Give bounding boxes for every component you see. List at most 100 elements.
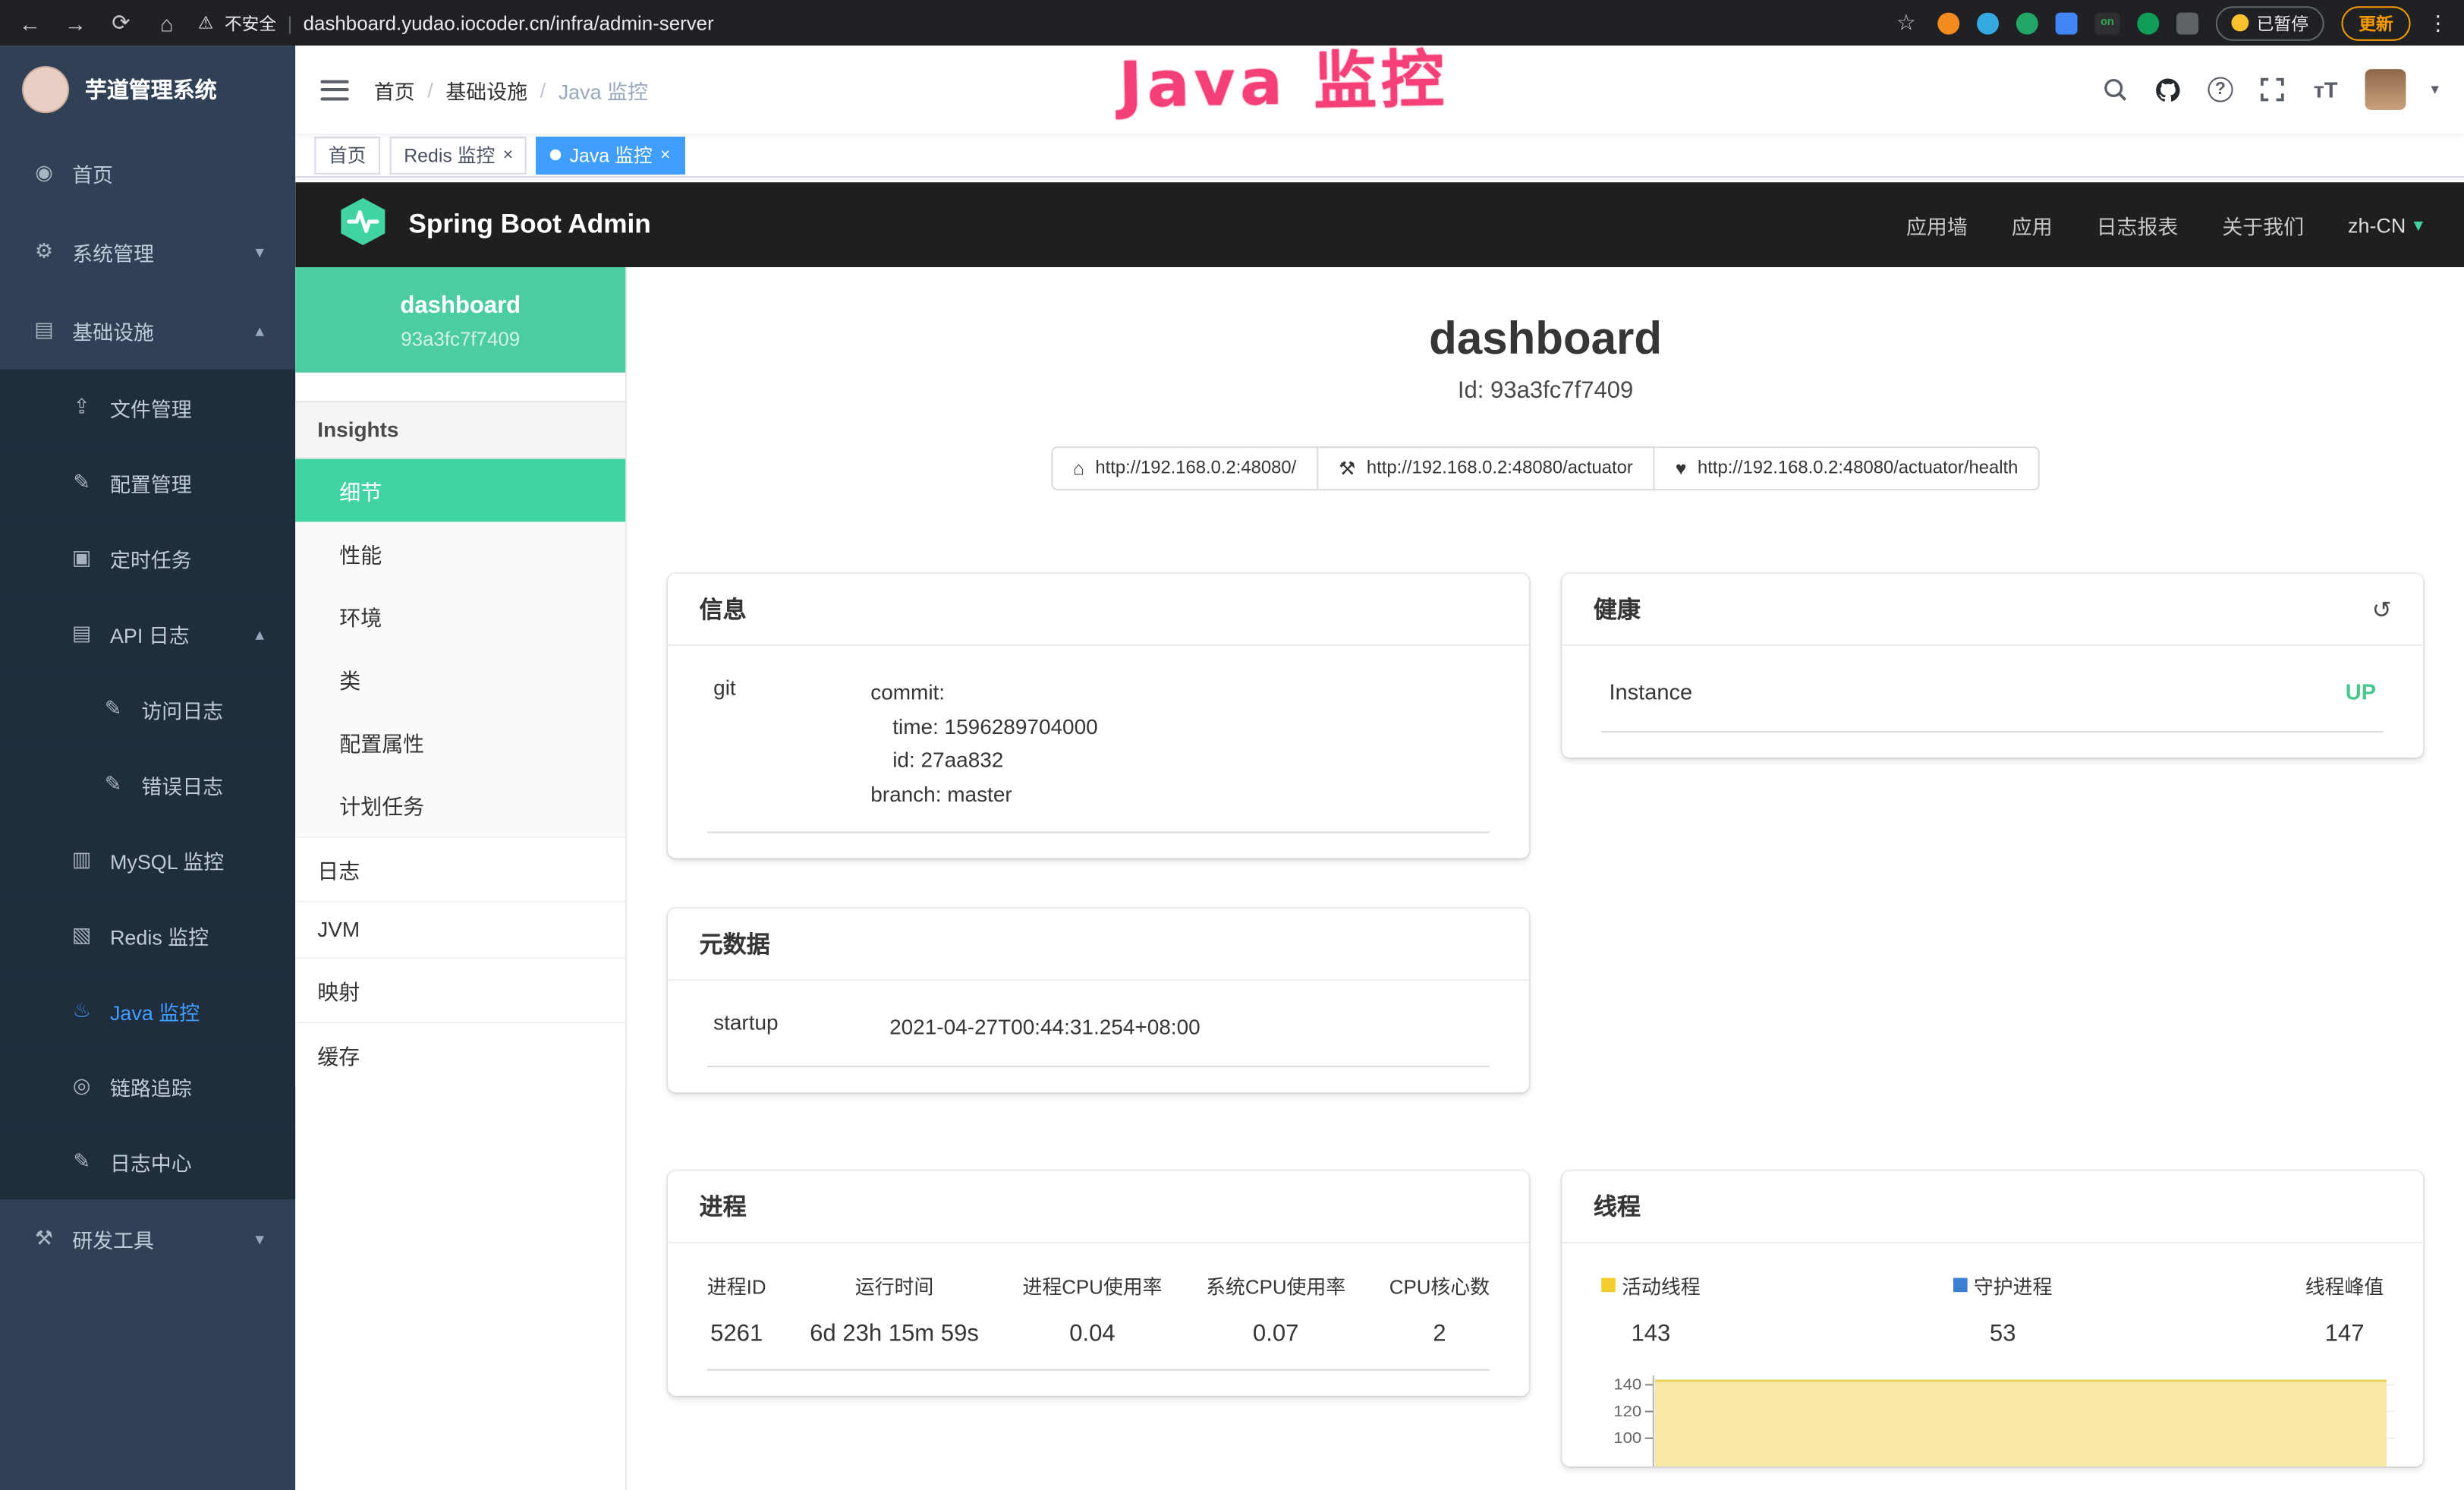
- sba-sidebar: dashboard 93a3fc7f7409 Insights 细节 性能 环境…: [295, 267, 627, 1490]
- legend-value: 147: [2305, 1320, 2384, 1347]
- breadcrumb-current: Java 监控: [559, 74, 648, 104]
- stat-process-cpu: 进程CPU使用率 0.04: [1022, 1270, 1162, 1347]
- search-icon[interactable]: [2101, 75, 2129, 103]
- reload-icon[interactable]: ⟳: [107, 9, 135, 36]
- sidebar-item-dev-tools[interactable]: ⚒ 研发工具 ▾: [0, 1199, 295, 1278]
- kebab-menu-icon[interactable]: ⋮: [2428, 10, 2448, 35]
- address-bar[interactable]: ⚠ 不安全 | dashboard.yudao.iocoder.cn/infra…: [198, 10, 714, 35]
- sidebar-item-tracing[interactable]: ◎ 链路追踪: [0, 1048, 295, 1123]
- legend-value: 53: [1953, 1320, 2052, 1347]
- sba-item-caches[interactable]: 缓存: [295, 1022, 625, 1086]
- sidebar-item-home[interactable]: ◉ 首页: [0, 134, 295, 213]
- forward-icon[interactable]: →: [61, 10, 90, 35]
- sba-nav-applications[interactable]: 应用: [2012, 209, 2053, 239]
- breadcrumb-separator: /: [427, 78, 433, 102]
- sidebar-item-mysql-monitor[interactable]: ▥ MySQL 监控: [0, 822, 295, 897]
- extension-icon-2[interactable]: [1977, 12, 1999, 34]
- info-row-git: git commit: time: 1596289704000 id: 27aa…: [707, 652, 1490, 833]
- health-row-instance[interactable]: Instance UP: [1601, 652, 2384, 732]
- sba-item-environment[interactable]: 环境: [295, 584, 625, 647]
- sidebar-item-label: 基础设施: [72, 315, 154, 345]
- user-avatar[interactable]: [2365, 69, 2406, 110]
- browser-home-icon[interactable]: ⌂: [153, 10, 181, 35]
- help-icon[interactable]: ?: [2208, 77, 2233, 102]
- tab-java-monitor[interactable]: Java 监控 ×: [537, 136, 684, 174]
- home-icon: ⌂: [1073, 458, 1084, 480]
- app-logo[interactable]: 芋道管理系统: [0, 46, 295, 134]
- sidebar-item-file-mgmt[interactable]: ⇪ 文件管理: [0, 370, 295, 445]
- sba-item-details[interactable]: 细节: [295, 459, 625, 522]
- sba-instance-block[interactable]: dashboard 93a3fc7f7409: [295, 267, 625, 373]
- history-icon[interactable]: ↺: [2372, 595, 2392, 623]
- extension-puzzle-icon[interactable]: [2176, 12, 2198, 34]
- sidebar-item-label: Redis 监控: [110, 920, 209, 950]
- close-icon[interactable]: ×: [660, 146, 670, 165]
- legend-label: 守护进程: [1974, 1270, 2053, 1299]
- font-size-icon[interactable]: тT: [2311, 75, 2340, 103]
- extension-icon-5[interactable]: on: [2094, 12, 2119, 34]
- sidebar-item-label: 错误日志: [141, 770, 223, 799]
- update-button[interactable]: 更新: [2341, 5, 2410, 40]
- process-card: 进程 进程ID 5261 运行时间: [668, 1171, 1529, 1396]
- breadcrumb-home[interactable]: 首页: [374, 74, 415, 104]
- stat-header: 系统CPU使用率: [1206, 1270, 1345, 1299]
- sba-nav-wallboard[interactable]: 应用墙: [1906, 209, 1968, 239]
- security-warning-label: 不安全: [225, 10, 276, 35]
- sidebar-item-api-logs[interactable]: ▤ API 日志 ▴: [0, 596, 295, 671]
- sba-brand-title[interactable]: Spring Boot Admin: [408, 209, 650, 240]
- github-icon[interactable]: [2154, 75, 2182, 103]
- threads-card-header: 线程: [1562, 1171, 2423, 1243]
- sidebar-item-java-monitor[interactable]: ♨ Java 监控: [0, 973, 295, 1048]
- link-service-url[interactable]: ⌂ http://192.168.0.2:48080/: [1051, 446, 1318, 490]
- doc-icon: ✎: [69, 1149, 94, 1174]
- sidebar-item-scheduled-jobs[interactable]: ▣ 定时任务: [0, 520, 295, 595]
- avatar-caret-icon[interactable]: ▾: [2431, 81, 2438, 99]
- sba-item-logs[interactable]: 日志: [295, 836, 625, 901]
- tab-redis-monitor[interactable]: Redis 监控 ×: [390, 136, 527, 174]
- sba-nav-journal[interactable]: 日志报表: [2097, 209, 2179, 239]
- sidebar-item-error-logs[interactable]: ✎ 错误日志: [0, 747, 295, 822]
- sidebar-item-redis-monitor[interactable]: ▧ Redis 监控: [0, 897, 295, 972]
- sidebar-item-infra[interactable]: ▤ 基础设施 ▴: [0, 291, 295, 370]
- bookmark-star-icon[interactable]: ☆: [1892, 9, 1920, 36]
- close-icon[interactable]: ×: [503, 146, 513, 165]
- paused-profile-pill[interactable]: 已暂停: [2216, 5, 2324, 40]
- hamburger-icon[interactable]: [320, 80, 348, 100]
- annotation-java-monitor: Java 监控: [1118, 29, 1449, 126]
- tab-home[interactable]: 首页: [314, 136, 380, 174]
- link-health-url[interactable]: ♥ http://192.168.0.2:48080/actuator/heal…: [1655, 446, 2041, 490]
- fullscreen-icon[interactable]: [2258, 75, 2286, 103]
- sba-item-metrics[interactable]: 性能: [295, 522, 625, 585]
- upload-icon: ⇪: [69, 395, 94, 420]
- sba-nav: 应用墙 应用 日志报表 关于我们 zh-CN ▾: [1906, 209, 2423, 239]
- status-badge: UP: [2346, 679, 2376, 704]
- sba-item-scheduled-tasks[interactable]: 计划任务: [295, 773, 625, 836]
- sba-item-config-props[interactable]: 配置属性: [295, 710, 625, 773]
- doc-icon: ✎: [101, 772, 126, 797]
- card-title: 元数据: [700, 928, 770, 961]
- sidebar-item-log-center[interactable]: ✎ 日志中心: [0, 1124, 295, 1199]
- metadata-card-header: 元数据: [668, 909, 1529, 981]
- sidebar-item-system[interactable]: ⚙ 系统管理 ▾: [0, 213, 295, 291]
- instance-links: ⌂ http://192.168.0.2:48080/ ⚒ http://192…: [627, 446, 2464, 490]
- sidebar-item-config-mgmt[interactable]: ✎ 配置管理: [0, 445, 295, 520]
- breadcrumb-infra[interactable]: 基础设施: [445, 74, 527, 104]
- sba-nav-about[interactable]: 关于我们: [2222, 209, 2304, 239]
- extension-icon-6[interactable]: [2137, 12, 2159, 34]
- extension-icon-3[interactable]: [2016, 12, 2038, 34]
- legend-swatch-yellow: [1601, 1277, 1616, 1292]
- sidebar-item-label: 研发工具: [72, 1224, 154, 1253]
- sba-locale-select[interactable]: zh-CN ▾: [2348, 213, 2423, 237]
- extension-icon-1[interactable]: [1937, 12, 1959, 34]
- sba-item-classes[interactable]: 类: [295, 647, 625, 710]
- sba-item-jvm[interactable]: JVM: [295, 901, 625, 958]
- app-logo-avatar: [22, 66, 69, 113]
- url-text[interactable]: dashboard.yudao.iocoder.cn/infra/admin-s…: [304, 12, 714, 34]
- sidebar-item-label: 定时任务: [110, 543, 192, 572]
- link-actuator-url[interactable]: ⚒ http://192.168.0.2:48080/actuator: [1318, 446, 1655, 490]
- legend-daemon-threads: 守护进程 53: [1953, 1270, 2052, 1347]
- back-icon[interactable]: ←: [16, 10, 44, 35]
- sba-item-mappings[interactable]: 映射: [295, 957, 625, 1022]
- extension-icon-4[interactable]: [2056, 12, 2078, 34]
- sidebar-item-access-logs[interactable]: ✎ 访问日志: [0, 671, 295, 746]
